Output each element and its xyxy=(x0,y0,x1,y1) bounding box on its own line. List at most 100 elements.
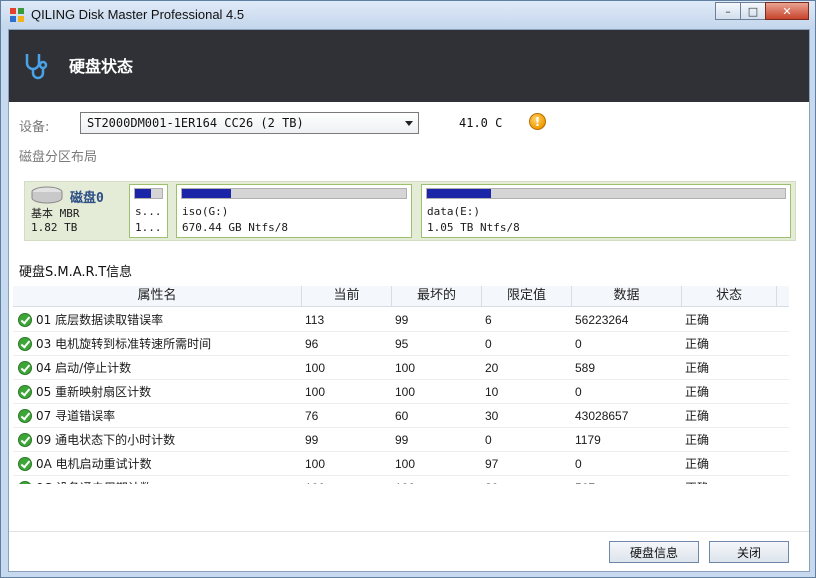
dialog-body: 硬盘状态 设备: ST2000DM001-1ER164 CC26 (2 TB) … xyxy=(8,29,810,572)
table-row[interactable]: 03 电机旋转到标准转速所需时间 96 95 0 0 正确 xyxy=(13,332,789,356)
cell-worst: 100 xyxy=(395,361,416,375)
column-header-data[interactable]: 数据 xyxy=(572,286,682,307)
status-ok-icon xyxy=(18,361,32,375)
cell-current: 100 xyxy=(305,457,326,471)
cell-current: 76 xyxy=(305,409,319,423)
status-ok-icon xyxy=(18,481,32,484)
cell-worst: 100 xyxy=(395,457,416,471)
cell-name: 03 电机旋转到标准转速所需时间 xyxy=(36,337,212,351)
status-ok-icon xyxy=(18,409,32,423)
title-bar[interactable]: QILING Disk Master Professional 4.5 – □ … xyxy=(1,1,815,29)
cell-worst: 99 xyxy=(395,433,409,447)
partition-block[interactable]: s... 1... xyxy=(129,184,168,238)
device-label: 设备: xyxy=(19,120,50,135)
table-row[interactable]: 09 通电状态下的小时计数 99 99 0 1179 正确 xyxy=(13,428,789,452)
table-row[interactable]: 01 底层数据读取错误率 113 99 6 56223264 正确 xyxy=(13,308,789,332)
column-header-threshold[interactable]: 限定值 xyxy=(482,286,572,307)
cell-worst: 60 xyxy=(395,409,409,423)
cell-name: 07 寻道错误率 xyxy=(36,409,116,423)
cell-status: 正确 xyxy=(685,313,710,327)
warning-icon[interactable]: ! xyxy=(529,113,546,130)
disk-size: 1.82 TB xyxy=(31,221,78,234)
column-header-current[interactable]: 当前 xyxy=(302,286,392,307)
partition-size: 670.44 GB Ntfs/8 xyxy=(182,221,288,234)
cell-name: 09 通电状态下的小时计数 xyxy=(36,433,176,447)
cell-data: 1179 xyxy=(575,433,601,447)
footer-divider xyxy=(9,531,809,532)
usage-bar-fill xyxy=(135,189,152,198)
cell-data: 43028657 xyxy=(575,409,629,423)
header-banner: 硬盘状态 xyxy=(9,30,809,102)
table-row[interactable]: 04 启动/停止计数 100 100 20 589 正确 xyxy=(13,356,789,380)
partition-name: data(E:) xyxy=(427,205,480,218)
partition-size: 1.05 TB Ntfs/8 xyxy=(427,221,520,234)
column-header-worst[interactable]: 最坏的 xyxy=(392,286,482,307)
cell-data: 0 xyxy=(575,385,582,399)
table-row[interactable]: 07 寻道错误率 76 60 30 43028657 正确 xyxy=(13,404,789,428)
cell-status: 正确 xyxy=(685,337,710,351)
cell-data: 0 xyxy=(575,337,582,351)
device-selected-value: ST2000DM001-1ER164 CC26 (2 TB) xyxy=(87,116,304,130)
cell-name: 01 底层数据读取错误率 xyxy=(36,313,164,327)
cell-name: 05 重新映射扇区计数 xyxy=(36,385,152,399)
table-row[interactable]: 0A 电机启动重试计数 100 100 97 0 正确 xyxy=(13,452,789,476)
cell-threshold: 20 xyxy=(485,476,571,484)
usage-bar xyxy=(134,188,163,199)
disk-summary[interactable]: 磁盘0 基本 MBR 1.82 TB xyxy=(30,185,122,235)
cell-threshold: 6 xyxy=(485,313,492,327)
status-ok-icon xyxy=(18,457,32,471)
status-ok-icon xyxy=(18,313,32,327)
cell-name: 04 启动/停止计数 xyxy=(36,361,132,375)
app-window: QILING Disk Master Professional 4.5 – □ … xyxy=(0,0,816,578)
close-window-button[interactable]: ✕ xyxy=(765,2,809,20)
chevron-down-icon xyxy=(405,121,413,126)
column-header-status[interactable]: 状态 xyxy=(682,286,777,307)
cell-status: 正确 xyxy=(685,385,710,399)
maximize-button[interactable]: □ xyxy=(740,2,766,20)
disk-info-button[interactable]: 硬盘信息 xyxy=(609,541,699,563)
stethoscope-icon xyxy=(25,54,48,80)
cell-data: 567 xyxy=(575,476,681,484)
smart-section-label: 硬盘S.M.A.R.T信息 xyxy=(19,265,133,280)
usage-bar xyxy=(181,188,407,199)
window-title: QILING Disk Master Professional 4.5 xyxy=(31,7,245,22)
cell-status: 正确 xyxy=(685,409,710,423)
status-ok-icon xyxy=(18,385,32,399)
hard-disk-icon xyxy=(31,186,63,204)
status-ok-icon xyxy=(18,337,32,351)
cell-data: 0 xyxy=(575,457,582,471)
partition-block[interactable]: iso(G:) 670.44 GB Ntfs/8 xyxy=(176,184,412,238)
cell-threshold: 10 xyxy=(485,385,499,399)
status-ok-icon xyxy=(18,433,32,447)
cell-threshold: 20 xyxy=(485,361,499,375)
cell-worst: 100 xyxy=(395,476,481,484)
cell-worst: 99 xyxy=(395,313,409,327)
cell-threshold: 0 xyxy=(485,337,492,351)
close-button[interactable]: 关闭 xyxy=(709,541,789,563)
disk-name: 磁盘0 xyxy=(70,191,104,206)
table-row[interactable]: 05 重新映射扇区计数 100 100 10 0 正确 xyxy=(13,380,789,404)
partition-layout-label: 磁盘分区布局 xyxy=(19,150,98,165)
cell-current: 100 xyxy=(305,385,326,399)
partition-name: iso(G:) xyxy=(182,205,229,218)
temperature-readout: 41.0 C xyxy=(459,116,503,130)
cell-data: 56223264 xyxy=(575,313,629,327)
device-dropdown[interactable]: ST2000DM001-1ER164 CC26 (2 TB) xyxy=(80,112,419,134)
cell-current: 99 xyxy=(305,433,319,447)
disk-partition-map: 磁盘0 基本 MBR 1.82 TB s... 1... iso(G:) 670… xyxy=(24,181,796,241)
cell-status: 正确 xyxy=(685,476,775,484)
cell-current: 100 xyxy=(305,361,326,375)
minimize-button[interactable]: – xyxy=(715,2,741,20)
cell-threshold: 97 xyxy=(485,457,499,471)
disk-type: 基本 MBR xyxy=(31,207,80,220)
partition-size: 1... xyxy=(135,221,162,234)
cell-current: 96 xyxy=(305,337,319,351)
cell-worst: 95 xyxy=(395,337,409,351)
usage-bar-fill xyxy=(427,189,492,198)
cell-name: 0C 设备通电周期计数 xyxy=(36,476,302,484)
smart-table[interactable]: 属性名 当前 最坏的 限定值 数据 状态 01 底层数据读取错误率 113 99 6 5… xyxy=(13,286,789,484)
table-row[interactable]: 0C 设备通电周期计数10010020567正确 xyxy=(13,476,789,484)
partition-block[interactable]: data(E:) 1.05 TB Ntfs/8 xyxy=(421,184,791,238)
page-title: 硬盘状态 xyxy=(69,57,134,76)
column-header-attribute[interactable]: 属性名 xyxy=(13,286,302,307)
